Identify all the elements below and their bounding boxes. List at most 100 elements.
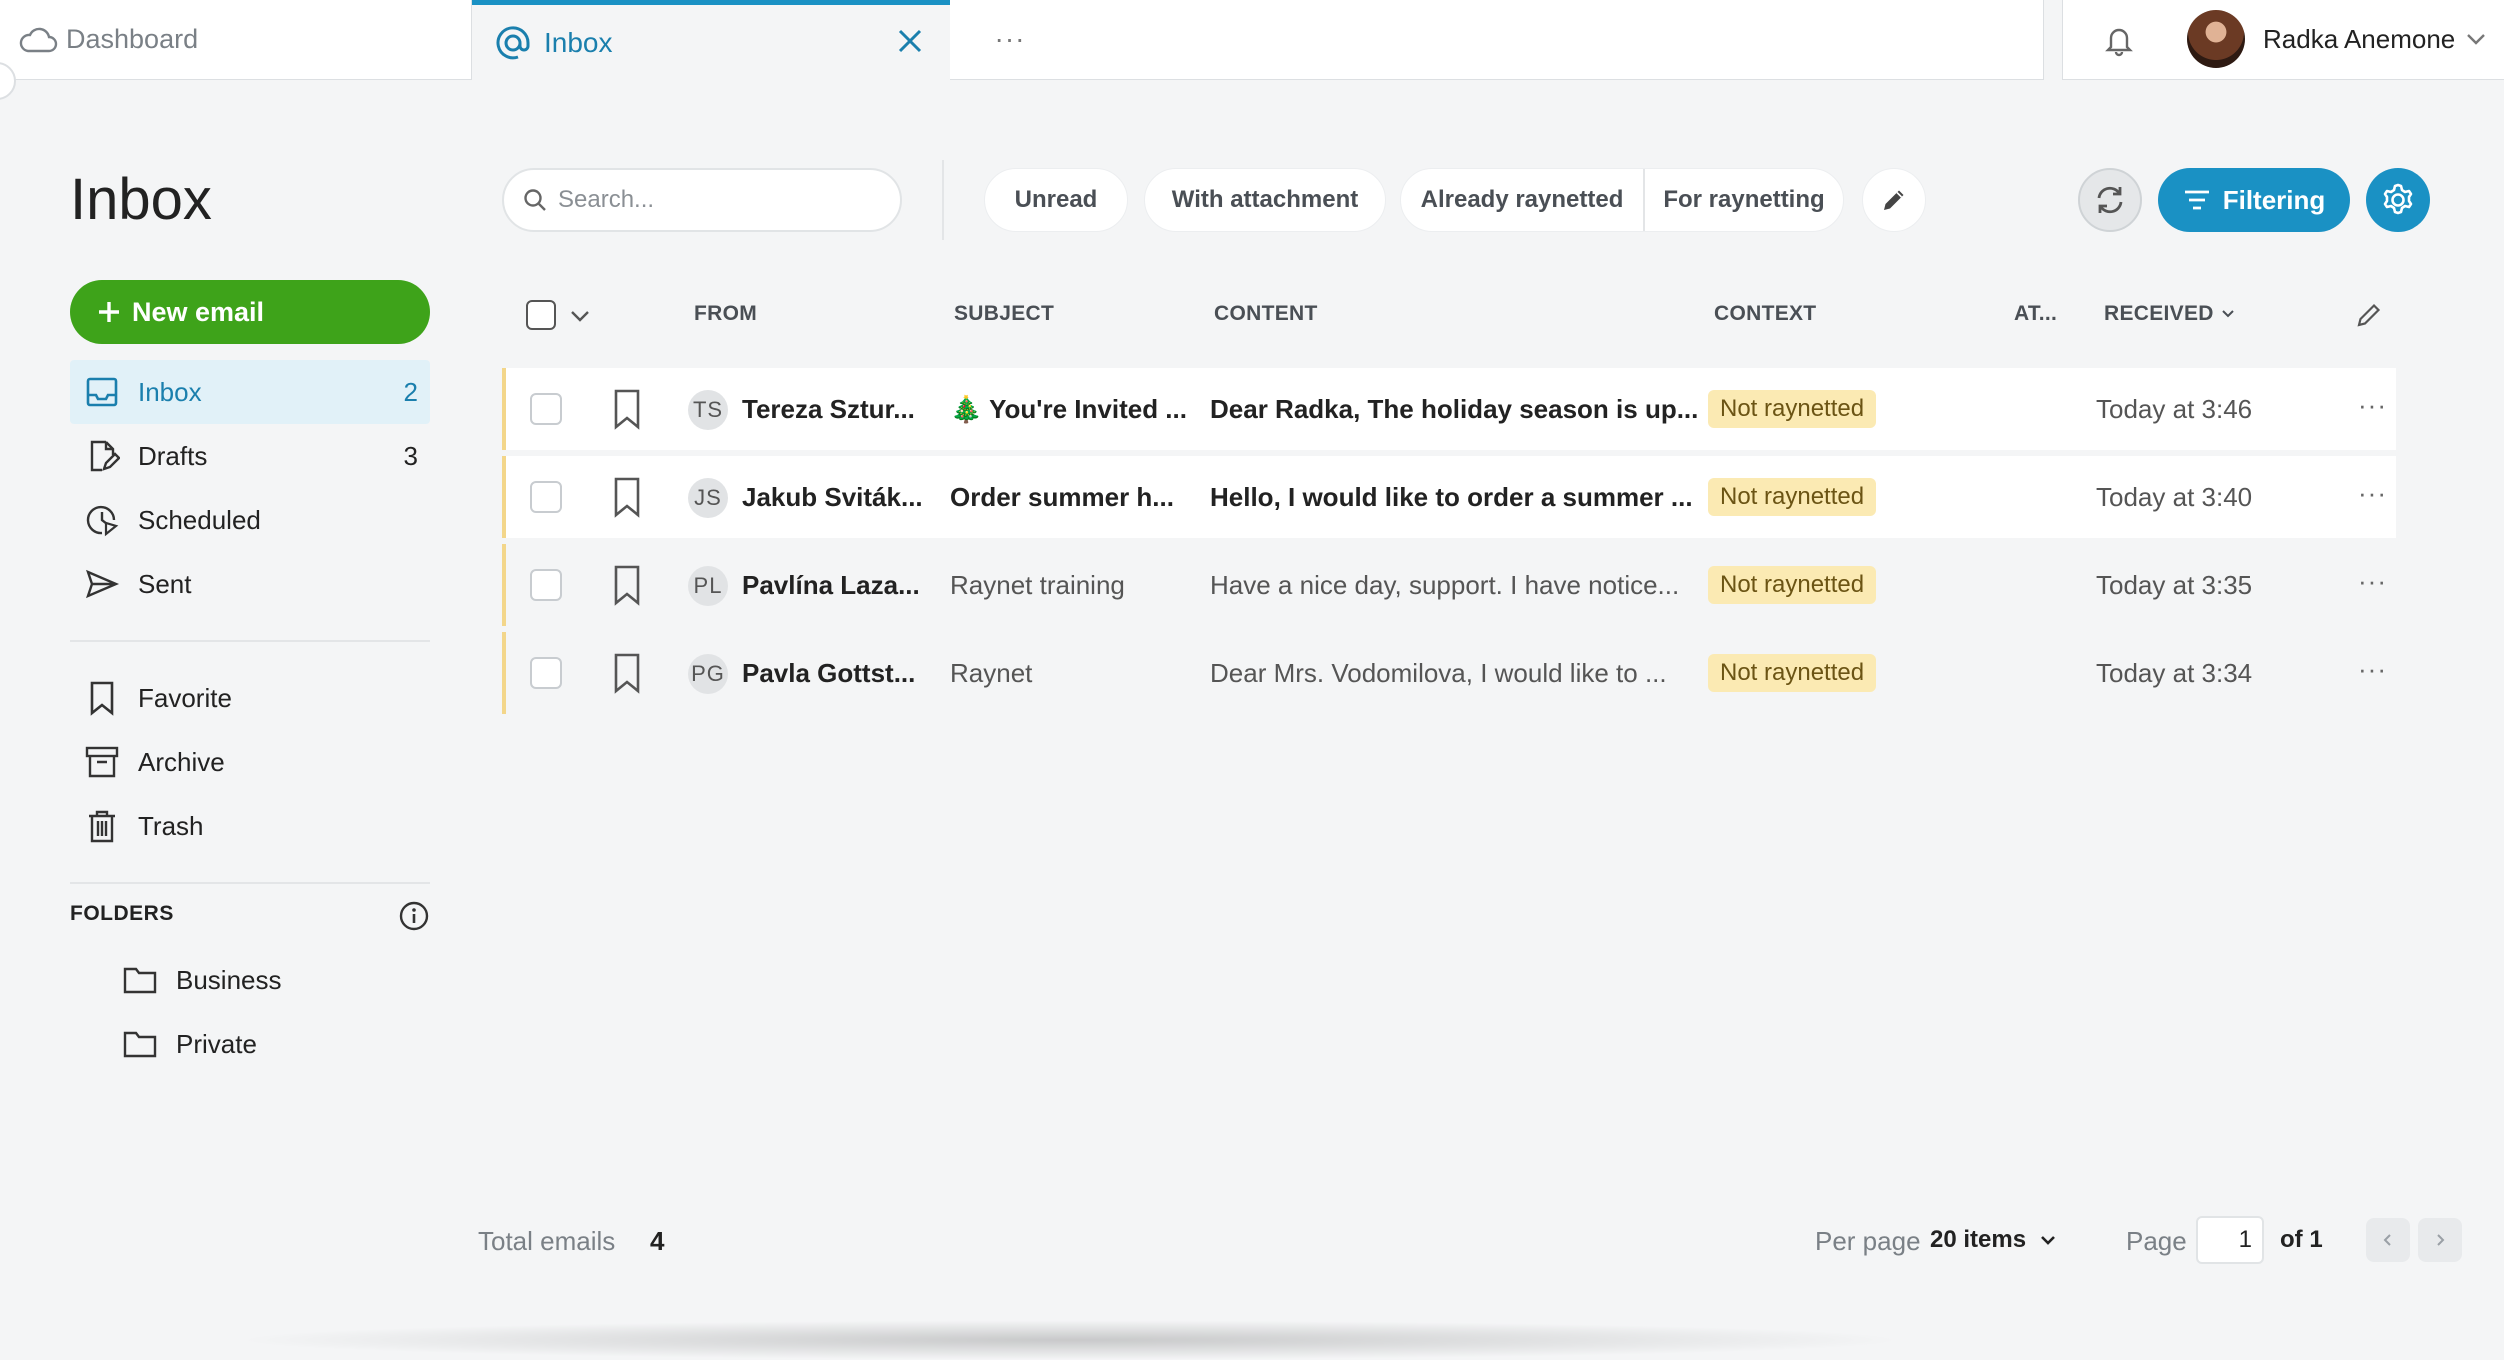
chevron-down-icon[interactable] bbox=[2463, 26, 2489, 52]
info-icon[interactable] bbox=[398, 900, 430, 932]
sidebar-item-label: Archive bbox=[138, 746, 225, 777]
row-checkbox[interactable] bbox=[530, 657, 562, 689]
avatar: PG bbox=[688, 654, 728, 694]
email-received-time: Today at 3:40 bbox=[2096, 482, 2253, 512]
row-menu-icon[interactable]: ··· bbox=[2358, 478, 2387, 509]
filtering-button[interactable]: Filtering bbox=[2158, 168, 2350, 232]
email-subject: Raynet bbox=[950, 658, 1033, 688]
table-row[interactable]: PL Pavlína Laza... Raynet training Have … bbox=[502, 544, 2396, 626]
tab-inbox[interactable]: Inbox bbox=[472, 0, 950, 80]
email-sender: Jakub Sviták... bbox=[742, 482, 923, 512]
per-page-select[interactable]: 20 items bbox=[1930, 1226, 2058, 1254]
row-checkbox[interactable] bbox=[530, 481, 562, 513]
row-menu-icon[interactable]: ··· bbox=[2358, 654, 2387, 685]
new-email-button[interactable]: New email bbox=[70, 280, 430, 344]
avatar: TS bbox=[688, 390, 728, 430]
email-subject: 🎄 You're Invited ... bbox=[950, 394, 1187, 424]
pencil-icon bbox=[1879, 185, 1909, 215]
avatar: PL bbox=[688, 566, 728, 606]
row-checkbox[interactable] bbox=[530, 393, 562, 425]
user-name[interactable]: Radka Anemone bbox=[2263, 24, 2455, 55]
row-checkbox[interactable] bbox=[530, 569, 562, 601]
table-row[interactable]: TS Tereza Sztur... 🎄 You're Invited ... … bbox=[502, 368, 2396, 450]
bookmark-icon[interactable] bbox=[608, 388, 646, 430]
table-row[interactable]: PG Pavla Gottst... Raynet Dear Mrs. Vodo… bbox=[502, 632, 2396, 714]
bookmark-icon bbox=[84, 680, 120, 716]
bookmark-icon[interactable] bbox=[608, 652, 646, 694]
sidebar-item-favorite[interactable]: Favorite bbox=[70, 666, 430, 730]
email-received-time: Today at 3:34 bbox=[2096, 658, 2253, 688]
chevron-left-icon bbox=[2379, 1231, 2397, 1249]
settings-button[interactable] bbox=[2366, 168, 2430, 232]
row-menu-icon[interactable]: ··· bbox=[2358, 390, 2387, 421]
filter-chip-unread[interactable]: Unread bbox=[984, 168, 1128, 232]
sync-button[interactable] bbox=[2078, 168, 2142, 232]
column-header-received-label: RECEIVED bbox=[2104, 302, 2214, 325]
sidebar-item-archive[interactable]: Archive bbox=[70, 730, 430, 794]
column-header-from[interactable]: FROM bbox=[694, 302, 757, 326]
more-tabs-button[interactable]: ··· bbox=[990, 23, 1030, 54]
column-header-received[interactable]: RECEIVED bbox=[2104, 302, 2236, 326]
email-preview: Dear Mrs. Vodomilova, I would like to ..… bbox=[1210, 658, 1667, 688]
column-header-content[interactable]: CONTENT bbox=[1214, 302, 1318, 326]
sidebar-item-drafts[interactable]: Drafts 3 bbox=[70, 424, 430, 488]
archive-icon bbox=[84, 744, 120, 780]
drafts-icon bbox=[84, 438, 120, 474]
edit-columns-icon[interactable] bbox=[2354, 300, 2384, 330]
cloud-icon bbox=[18, 25, 58, 55]
chevron-right-icon bbox=[2431, 1231, 2449, 1249]
edit-filters-button[interactable] bbox=[1862, 168, 1926, 232]
email-sender: Pavla Gottst... bbox=[742, 658, 916, 688]
chevron-down-icon[interactable] bbox=[568, 304, 592, 328]
sidebar-item-scheduled[interactable]: Scheduled bbox=[70, 488, 430, 552]
avatar[interactable] bbox=[2187, 10, 2245, 68]
context-badge: Not raynetted bbox=[1708, 654, 1877, 692]
page-number-input[interactable] bbox=[2196, 1216, 2264, 1264]
folder-private[interactable]: Private bbox=[122, 1024, 257, 1064]
sidebar-item-inbox[interactable]: Inbox 2 bbox=[70, 360, 430, 424]
email-list: TS Tereza Sztur... 🎄 You're Invited ... … bbox=[502, 368, 2396, 720]
at-icon bbox=[494, 24, 532, 62]
row-menu-icon[interactable]: ··· bbox=[2358, 566, 2387, 597]
inbox-icon bbox=[84, 374, 120, 410]
bell-icon[interactable] bbox=[2099, 20, 2139, 60]
table-header: FROM SUBJECT CONTENT CONTEXT AT... RECEI… bbox=[502, 280, 2396, 350]
email-received-time: Today at 3:35 bbox=[2096, 570, 2253, 600]
user-area: Radka Anemone bbox=[2062, 0, 2504, 80]
column-header-subject[interactable]: SUBJECT bbox=[954, 302, 1054, 326]
plus-icon bbox=[96, 299, 122, 325]
context-badge: Not raynetted bbox=[1708, 566, 1877, 604]
filter-lines-icon bbox=[2183, 188, 2211, 212]
sidebar-item-trash[interactable]: Trash bbox=[70, 794, 430, 858]
prev-page-button[interactable] bbox=[2366, 1218, 2410, 1262]
email-sender: Tereza Sztur... bbox=[742, 394, 915, 424]
folder-business[interactable]: Business bbox=[122, 960, 282, 1000]
sent-icon bbox=[84, 566, 120, 602]
folders-heading: FOLDERS bbox=[70, 902, 174, 925]
close-tab-icon[interactable] bbox=[892, 23, 928, 59]
select-all-checkbox[interactable] bbox=[526, 300, 556, 330]
search-icon bbox=[522, 187, 548, 213]
filter-chip-with-attachment[interactable]: With attachment bbox=[1144, 168, 1386, 232]
filter-chip-already-raynetted[interactable]: Already raynetted bbox=[1401, 169, 1643, 231]
bookmark-icon[interactable] bbox=[608, 476, 646, 518]
sidebar-nav: Inbox 2 Drafts 3 Scheduled Sent bbox=[70, 360, 430, 616]
tab-dashboard[interactable]: Dashboard bbox=[0, 0, 472, 80]
sidebar-divider bbox=[70, 882, 430, 884]
sidebar-divider bbox=[70, 640, 430, 642]
filter-chip-for-raynetting[interactable]: For raynetting bbox=[1643, 169, 1843, 231]
column-header-context[interactable]: CONTEXT bbox=[1714, 302, 1816, 326]
folder-label: Private bbox=[176, 1028, 257, 1059]
total-emails-label: Total emails bbox=[478, 1226, 616, 1256]
table-row[interactable]: JS Jakub Sviták... Order summer h... Hel… bbox=[502, 456, 2396, 538]
trash-icon bbox=[84, 808, 120, 844]
sidebar-item-label: Drafts bbox=[138, 440, 208, 471]
search-box[interactable] bbox=[502, 168, 902, 232]
context-badge: Not raynetted bbox=[1708, 390, 1877, 428]
sidebar-item-count: 2 bbox=[403, 376, 418, 407]
bookmark-icon[interactable] bbox=[608, 564, 646, 606]
next-page-button[interactable] bbox=[2418, 1218, 2462, 1262]
sidebar-item-sent[interactable]: Sent bbox=[70, 552, 430, 616]
search-input[interactable] bbox=[558, 186, 878, 214]
column-header-attachment[interactable]: AT... bbox=[2014, 302, 2057, 326]
